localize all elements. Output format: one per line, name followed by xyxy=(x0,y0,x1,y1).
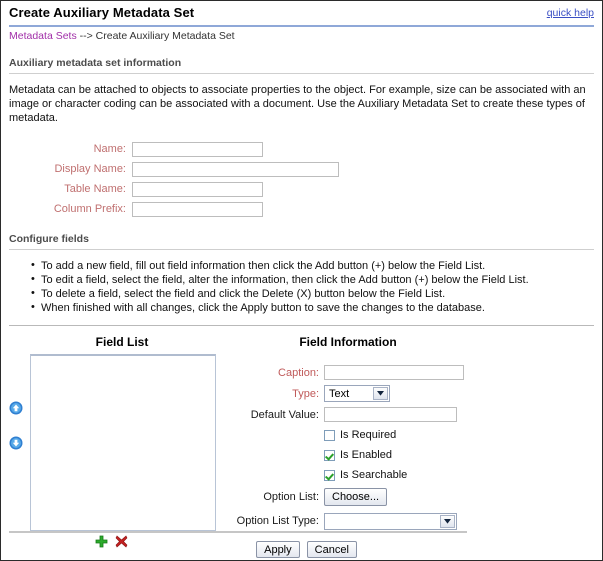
type-select[interactable]: Text xyxy=(324,385,390,402)
form-row-display-name: Display Name: xyxy=(1,159,602,179)
list-item: To edit a field, select the field, alter… xyxy=(31,272,594,287)
label-display-name: Display Name: xyxy=(54,163,126,175)
name-input[interactable] xyxy=(132,141,263,157)
field-row-option-list-type: Option List Type: xyxy=(229,509,599,533)
field-order-controls xyxy=(9,401,27,471)
is-required-checkbox[interactable] xyxy=(324,429,335,441)
is-enabled-checkbox[interactable] xyxy=(324,449,335,461)
footer-actions: Apply Cancel xyxy=(1,541,602,558)
label-name: Name: xyxy=(93,143,126,155)
cancel-button[interactable]: Cancel xyxy=(306,541,357,558)
section-divider xyxy=(9,73,594,74)
label-table-name: Table Name: xyxy=(64,183,126,195)
is-required-label: Is Required xyxy=(340,429,397,441)
form-row-name: Name: xyxy=(1,139,602,159)
checkbox-row-is-required: Is Required xyxy=(229,425,599,445)
section-heading-auxiliary-info: Auxiliary metadata set information xyxy=(9,57,182,69)
checkbox-row-is-searchable: Is Searchable xyxy=(229,465,599,485)
section-divider xyxy=(9,249,594,250)
breadcrumb-trail: --> Create Auxiliary Metadata Set xyxy=(76,30,235,42)
fields-editor: Field List Field Information Caption: Ty… xyxy=(1,335,602,559)
is-enabled-label: Is Enabled xyxy=(340,449,392,461)
list-item: To add a new field, fill out field infor… xyxy=(31,258,594,273)
field-row-caption: Caption: xyxy=(229,362,599,383)
metadata-set-form: Name: Display Name: Table Name: Column P… xyxy=(1,139,602,219)
page-title: Create Auxiliary Metadata Set xyxy=(9,5,195,20)
is-searchable-checkbox[interactable] xyxy=(324,469,335,481)
list-item: When finished with all changes, click th… xyxy=(31,300,594,315)
list-item: To delete a field, select the field and … xyxy=(31,286,594,301)
display-name-input[interactable] xyxy=(132,161,339,177)
label-caption: Caption: xyxy=(278,366,319,379)
field-information-form: Caption: Type: Text Default Value: Is Re… xyxy=(229,362,599,533)
field-list-heading: Field List xyxy=(95,335,149,349)
choose-option-list-button[interactable]: Choose... xyxy=(324,488,388,506)
page-root: Create Auxiliary Metadata Set quick help… xyxy=(0,0,603,561)
instructions-divider xyxy=(9,325,594,326)
page-header: Create Auxiliary Metadata Set quick help xyxy=(1,1,602,23)
default-value-input[interactable] xyxy=(324,407,457,422)
label-option-list: Option List: xyxy=(263,491,319,503)
footer-divider xyxy=(9,531,467,533)
section-auxiliary-info: Auxiliary metadata set information xyxy=(1,57,602,74)
label-option-list-type: Option List Type: xyxy=(236,515,319,527)
field-row-type: Type: Text xyxy=(229,383,599,404)
table-name-input[interactable] xyxy=(132,181,263,197)
quick-help-link[interactable]: quick help xyxy=(547,7,594,19)
field-list-box[interactable] xyxy=(30,354,216,531)
label-type: Type: xyxy=(292,387,319,400)
chevron-down-icon xyxy=(373,387,388,400)
caption-input[interactable] xyxy=(324,365,464,380)
auxiliary-info-description: Metadata can be attached to objects to a… xyxy=(9,84,586,124)
section-configure-fields: Configure fields xyxy=(1,233,602,250)
form-row-table-name: Table Name: xyxy=(1,179,602,199)
type-select-value: Text xyxy=(329,387,350,400)
apply-button[interactable]: Apply xyxy=(256,541,300,558)
section-heading-configure-fields: Configure fields xyxy=(9,233,89,245)
configure-fields-instructions: To add a new field, fill out field infor… xyxy=(1,258,602,315)
breadcrumb: Metadata Sets --> Create Auxiliary Metad… xyxy=(1,27,602,43)
is-searchable-label: Is Searchable xyxy=(340,469,408,481)
column-prefix-input[interactable] xyxy=(132,201,263,217)
chevron-down-icon xyxy=(440,514,455,528)
field-row-default-value: Default Value: xyxy=(229,404,599,425)
checkbox-row-is-enabled: Is Enabled xyxy=(229,445,599,465)
label-default-value: Default Value: xyxy=(250,408,319,421)
move-down-icon[interactable] xyxy=(9,436,23,450)
field-information-heading: Field Information xyxy=(299,335,397,349)
move-up-icon[interactable] xyxy=(9,401,23,415)
field-row-option-list: Option List: Choose... xyxy=(229,485,599,509)
option-list-type-select[interactable] xyxy=(324,512,457,530)
label-column-prefix: Column Prefix: xyxy=(53,203,126,215)
breadcrumb-link-metadata-sets[interactable]: Metadata Sets xyxy=(9,30,77,42)
form-row-column-prefix: Column Prefix: xyxy=(1,199,602,219)
